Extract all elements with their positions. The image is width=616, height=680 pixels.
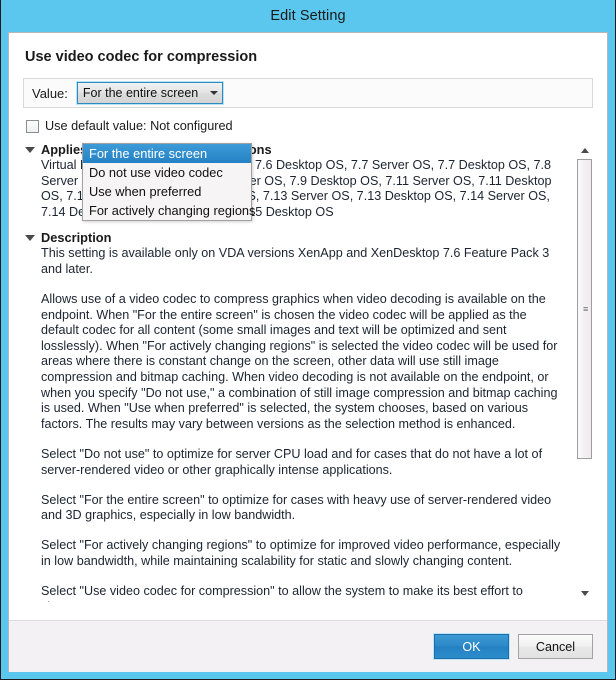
value-label: Value: (32, 85, 68, 101)
scroll-up-button[interactable] (576, 142, 593, 159)
edit-setting-dialog: Edit Setting Use video codec for compres… (0, 0, 616, 680)
dropdown-option-do-not-use-video-codec[interactable]: Do not use video codec (83, 163, 251, 182)
value-panel: Value: For the entire screen (23, 78, 593, 108)
cancel-button[interactable]: Cancel (518, 634, 593, 659)
dropdown-option-for-actively-changing-regions[interactable]: For actively changing regions (83, 201, 255, 220)
description-paragraph: Select "For actively changing regions" t… (41, 538, 561, 568)
description-paragraph: This setting is available only on VDA ve… (41, 246, 550, 276)
use-default-checkbox[interactable] (26, 119, 39, 133)
use-default-label: Use default value: Not configured (45, 119, 233, 133)
description-heading: Description (41, 230, 112, 246)
dialog-button-bar: OK Cancel (9, 620, 607, 672)
scrollbar-track[interactable]: ≡ (576, 159, 593, 585)
scrollbar-thumb[interactable]: ≡ (577, 159, 592, 459)
description-section: Description This setting is available on… (23, 230, 565, 602)
chevron-down-icon (209, 91, 218, 95)
description-header[interactable]: Description (23, 230, 565, 245)
dropdown-option-use-when-preferred[interactable]: Use when preferred (83, 182, 251, 201)
scroll-thumb-grip-icon: ≡ (583, 304, 589, 314)
dropdown-option-for-the-entire-screen[interactable]: For the entire screen (83, 144, 251, 163)
description-paragraph: Select "Do not use" to optimize for serv… (41, 446, 543, 477)
collapse-triangle-icon[interactable] (25, 235, 35, 242)
dialog-titlebar: Edit Setting (1, 0, 615, 32)
description-paragraph: Select "Use video codec for compression"… (41, 583, 523, 602)
description-body: This setting is available only on VDA ve… (41, 246, 565, 602)
scroll-down-button[interactable] (576, 585, 593, 602)
use-default-row[interactable]: Use default value: Not configured (26, 119, 593, 133)
description-paragraph: Allows use of a video codec to compress … (41, 292, 558, 431)
value-combobox[interactable]: For the entire screen (75, 81, 224, 105)
scroll-down-arrow-icon (580, 591, 589, 596)
dialog-content: Use video codec for compression Value: F… (9, 33, 607, 620)
setting-title: Use video codec for compression (25, 49, 258, 65)
description-paragraph: Select "For the entire screen" to optimi… (41, 492, 552, 523)
dialog-client-area: Use video codec for compression Value: F… (8, 32, 608, 672)
vertical-scrollbar[interactable]: ≡ (576, 142, 593, 602)
scroll-up-arrow-icon (580, 148, 589, 153)
value-combobox-text: For the entire screen (82, 86, 199, 100)
dialog-title: Edit Setting (270, 8, 346, 24)
value-dropdown-list[interactable]: For the entire screen Do not use video c… (82, 143, 255, 221)
collapse-triangle-icon[interactable] (25, 147, 35, 153)
ok-button[interactable]: OK (433, 633, 510, 660)
